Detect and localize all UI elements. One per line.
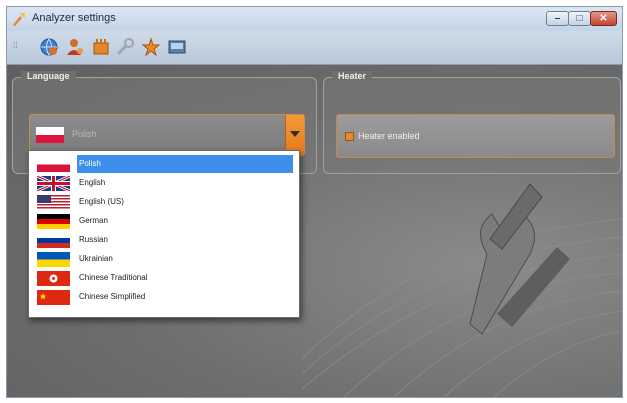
user-settings-icon[interactable] [65, 37, 85, 57]
heater-settings-icon[interactable] [91, 37, 111, 57]
toolbar: ⁞⁞ [7, 31, 622, 65]
language-option-chinese-simplified[interactable]: Chinese Simplified [29, 288, 299, 306]
settings-window: Analyzer settings – □ ✕ ⁞⁞ Language Poli… [6, 6, 623, 398]
language-option-label: Chinese Simplified [79, 292, 146, 301]
minimize-icon: – [554, 13, 561, 24]
language-option-label: Russian [79, 235, 108, 244]
language-option-chinese-traditional[interactable]: Chinese Traditional [29, 269, 299, 287]
title-bar: Analyzer settings – □ ✕ [7, 7, 622, 31]
language-option-english[interactable]: English [29, 174, 299, 192]
usa-flag-icon [37, 195, 70, 210]
heater-group: Heater Heater enabled [323, 71, 621, 174]
language-group-title: Language [21, 71, 76, 81]
language-option-ukrainian[interactable]: Ukrainian [29, 250, 299, 268]
wrench-background-icon [302, 183, 622, 397]
heater-group-title: Heater [332, 71, 373, 81]
language-option-russian[interactable]: Russian [29, 231, 299, 249]
language-selected-value: Polish [72, 129, 97, 139]
language-option-label: Polish [79, 159, 101, 168]
display-icon[interactable] [167, 37, 187, 57]
minimize-button[interactable]: – [546, 11, 569, 26]
hong-kong-flag-icon [37, 271, 70, 286]
selection-highlight [77, 155, 293, 173]
maximize-button[interactable]: □ [568, 11, 591, 26]
toolbar-grip-icon: ⁞⁞ [13, 41, 18, 50]
uk-flag-icon [37, 176, 70, 191]
close-button[interactable]: ✕ [590, 11, 617, 26]
window-title: Analyzer settings [32, 12, 116, 24]
language-option-polish[interactable]: Polish [29, 155, 299, 173]
poland-flag-icon [37, 157, 70, 172]
language-option-german[interactable]: German [29, 212, 299, 230]
poland-flag-icon [36, 127, 64, 143]
tools-icon[interactable] [115, 37, 135, 57]
language-option-label: English (US) [79, 197, 124, 206]
maximize-icon: □ [576, 13, 583, 24]
star-settings-icon[interactable] [141, 37, 161, 57]
language-dropdown-button[interactable] [285, 115, 304, 155]
heater-enabled-label: Heater enabled [358, 131, 420, 141]
china-flag-icon [37, 290, 70, 305]
heater-enabled-checkbox[interactable] [345, 132, 354, 141]
heater-enabled-option[interactable]: Heater enabled [336, 114, 615, 158]
settings-content: Language Polish Heater Heater enabled Po… [7, 65, 622, 397]
russia-flag-icon [37, 233, 70, 248]
app-icon [13, 13, 25, 26]
ukraine-flag-icon [37, 252, 70, 267]
language-option-label: Ukrainian [79, 254, 113, 263]
language-option-label: Chinese Traditional [79, 273, 148, 282]
chevron-down-icon [290, 131, 300, 137]
germany-flag-icon [37, 214, 70, 229]
language-option-label: English [79, 178, 106, 187]
language-dropdown-list: Polish English English (US) German Russi… [28, 150, 300, 318]
language-option-label: German [79, 216, 108, 225]
globe-settings-icon[interactable] [39, 37, 59, 57]
language-option-english-us[interactable]: English (US) [29, 193, 299, 211]
close-icon: ✕ [599, 13, 608, 24]
